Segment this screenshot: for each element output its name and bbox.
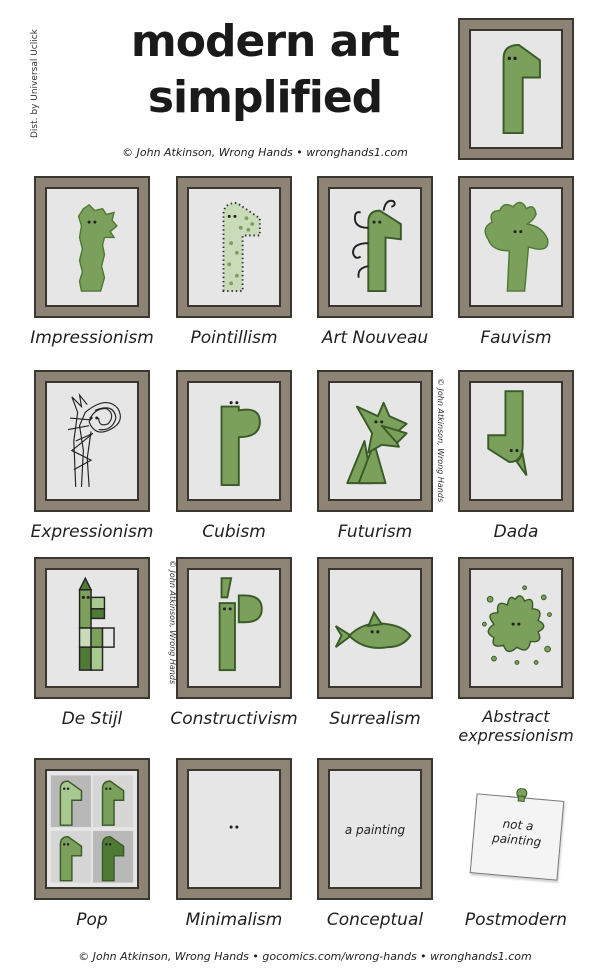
painting-frame-expressionism <box>34 370 150 512</box>
label-abstract-line2: expressionism <box>458 726 574 745</box>
canvas-fauvism <box>469 187 563 307</box>
label-abstract-expressionism: Abstract expressionism <box>446 707 586 745</box>
note-text: not a painting <box>473 814 561 851</box>
canvas-conceptual: a painting <box>328 769 422 889</box>
label-pop: Pop <box>76 910 108 930</box>
canvas-constructivism <box>187 568 281 688</box>
futurist-giraffe-icon <box>346 401 408 485</box>
canvas-expressionism <box>45 381 139 501</box>
painting-frame-abstract-expressionism <box>458 557 574 699</box>
label-postmodern: Postmodern <box>464 910 568 930</box>
painting-frame-impressionism <box>34 176 150 318</box>
pop-art-giraffes-icon <box>50 775 134 883</box>
de-stijl-giraffe-icon <box>78 576 115 671</box>
label-cubism: Cubism <box>202 522 266 542</box>
painting-frame-constructivism <box>176 557 292 699</box>
painting-frame-pointillism <box>176 176 292 318</box>
canvas-pop <box>45 769 139 889</box>
footer-credit: © John Atkinson, Wrong Hands • gocomics.… <box>78 950 532 963</box>
art-nouveau-giraffe-icon <box>352 199 402 292</box>
constructivist-giraffe-icon <box>218 577 263 672</box>
title-line-1: modern art <box>130 16 400 67</box>
fauvist-giraffe-icon <box>484 201 549 292</box>
expressionist-giraffe-icon <box>67 392 121 487</box>
label-abstract-line1: Abstract <box>482 707 550 726</box>
canvas-abstract-expressionism <box>469 568 563 688</box>
pointillist-giraffe-icon <box>222 201 261 292</box>
canvas-de-stijl <box>45 568 139 688</box>
minimalist-eyes-icon <box>229 825 239 829</box>
label-surrealism: Surrealism <box>329 709 421 729</box>
label-constructivism: Constructivism <box>170 709 298 729</box>
painting-frame-conceptual: a painting <box>317 758 433 900</box>
canvas-pointillism <box>187 187 281 307</box>
pushpin-icon <box>516 787 528 803</box>
painting-frame-surrealism <box>317 557 433 699</box>
label-de-stijl: De Stijl <box>61 709 123 729</box>
painting-frame-de-stijl <box>34 557 150 699</box>
painting-frame-cubism <box>176 370 292 512</box>
label-art-nouveau: Art Nouveau <box>321 328 429 348</box>
label-minimalism: Minimalism <box>185 910 283 930</box>
hero-painting-frame <box>458 18 574 160</box>
label-futurism: Futurism <box>337 522 413 542</box>
conceptual-canvas-text: a painting <box>344 823 406 837</box>
hero-canvas <box>469 29 563 149</box>
paint-splat-icon <box>482 585 552 665</box>
label-impressionism: Impressionism <box>30 328 154 348</box>
label-fauvism: Fauvism <box>480 328 552 348</box>
title-line-2: simplified <box>147 72 383 123</box>
fish-giraffe-icon <box>334 610 412 649</box>
label-pointillism: Pointillism <box>190 328 278 348</box>
painting-frame-futurism <box>317 370 433 512</box>
header-credit: © John Atkinson, Wrong Hands • wronghand… <box>122 146 408 159</box>
canvas-art-nouveau <box>328 187 422 307</box>
label-expressionism: Expressionism <box>30 522 154 542</box>
cubist-giraffe-icon <box>220 401 261 486</box>
painting-frame-fauvism <box>458 176 574 318</box>
painting-frame-art-nouveau <box>317 176 433 318</box>
label-dada: Dada <box>493 522 539 542</box>
impressionist-giraffe-icon <box>77 203 118 292</box>
painting-frame-dada <box>458 370 574 512</box>
postmodern-note: not a painting <box>469 787 565 881</box>
side-credit-upper: © John Atkinson, Wrong Hands <box>436 378 445 503</box>
canvas-impressionism <box>45 187 139 307</box>
canvas-cubism <box>187 381 281 501</box>
painting-frame-pop <box>34 758 150 900</box>
label-conceptual: Conceptual <box>326 910 424 930</box>
upside-down-giraffe-icon <box>487 390 528 477</box>
giraffe-icon <box>502 43 541 134</box>
painting-frame-minimalism <box>176 758 292 900</box>
canvas-futurism <box>328 381 422 501</box>
canvas-surrealism <box>328 568 422 688</box>
canvas-minimalism <box>187 769 281 889</box>
distribution-credit: Dist. by Universal Uclick <box>30 29 40 138</box>
canvas-dada <box>469 381 563 501</box>
